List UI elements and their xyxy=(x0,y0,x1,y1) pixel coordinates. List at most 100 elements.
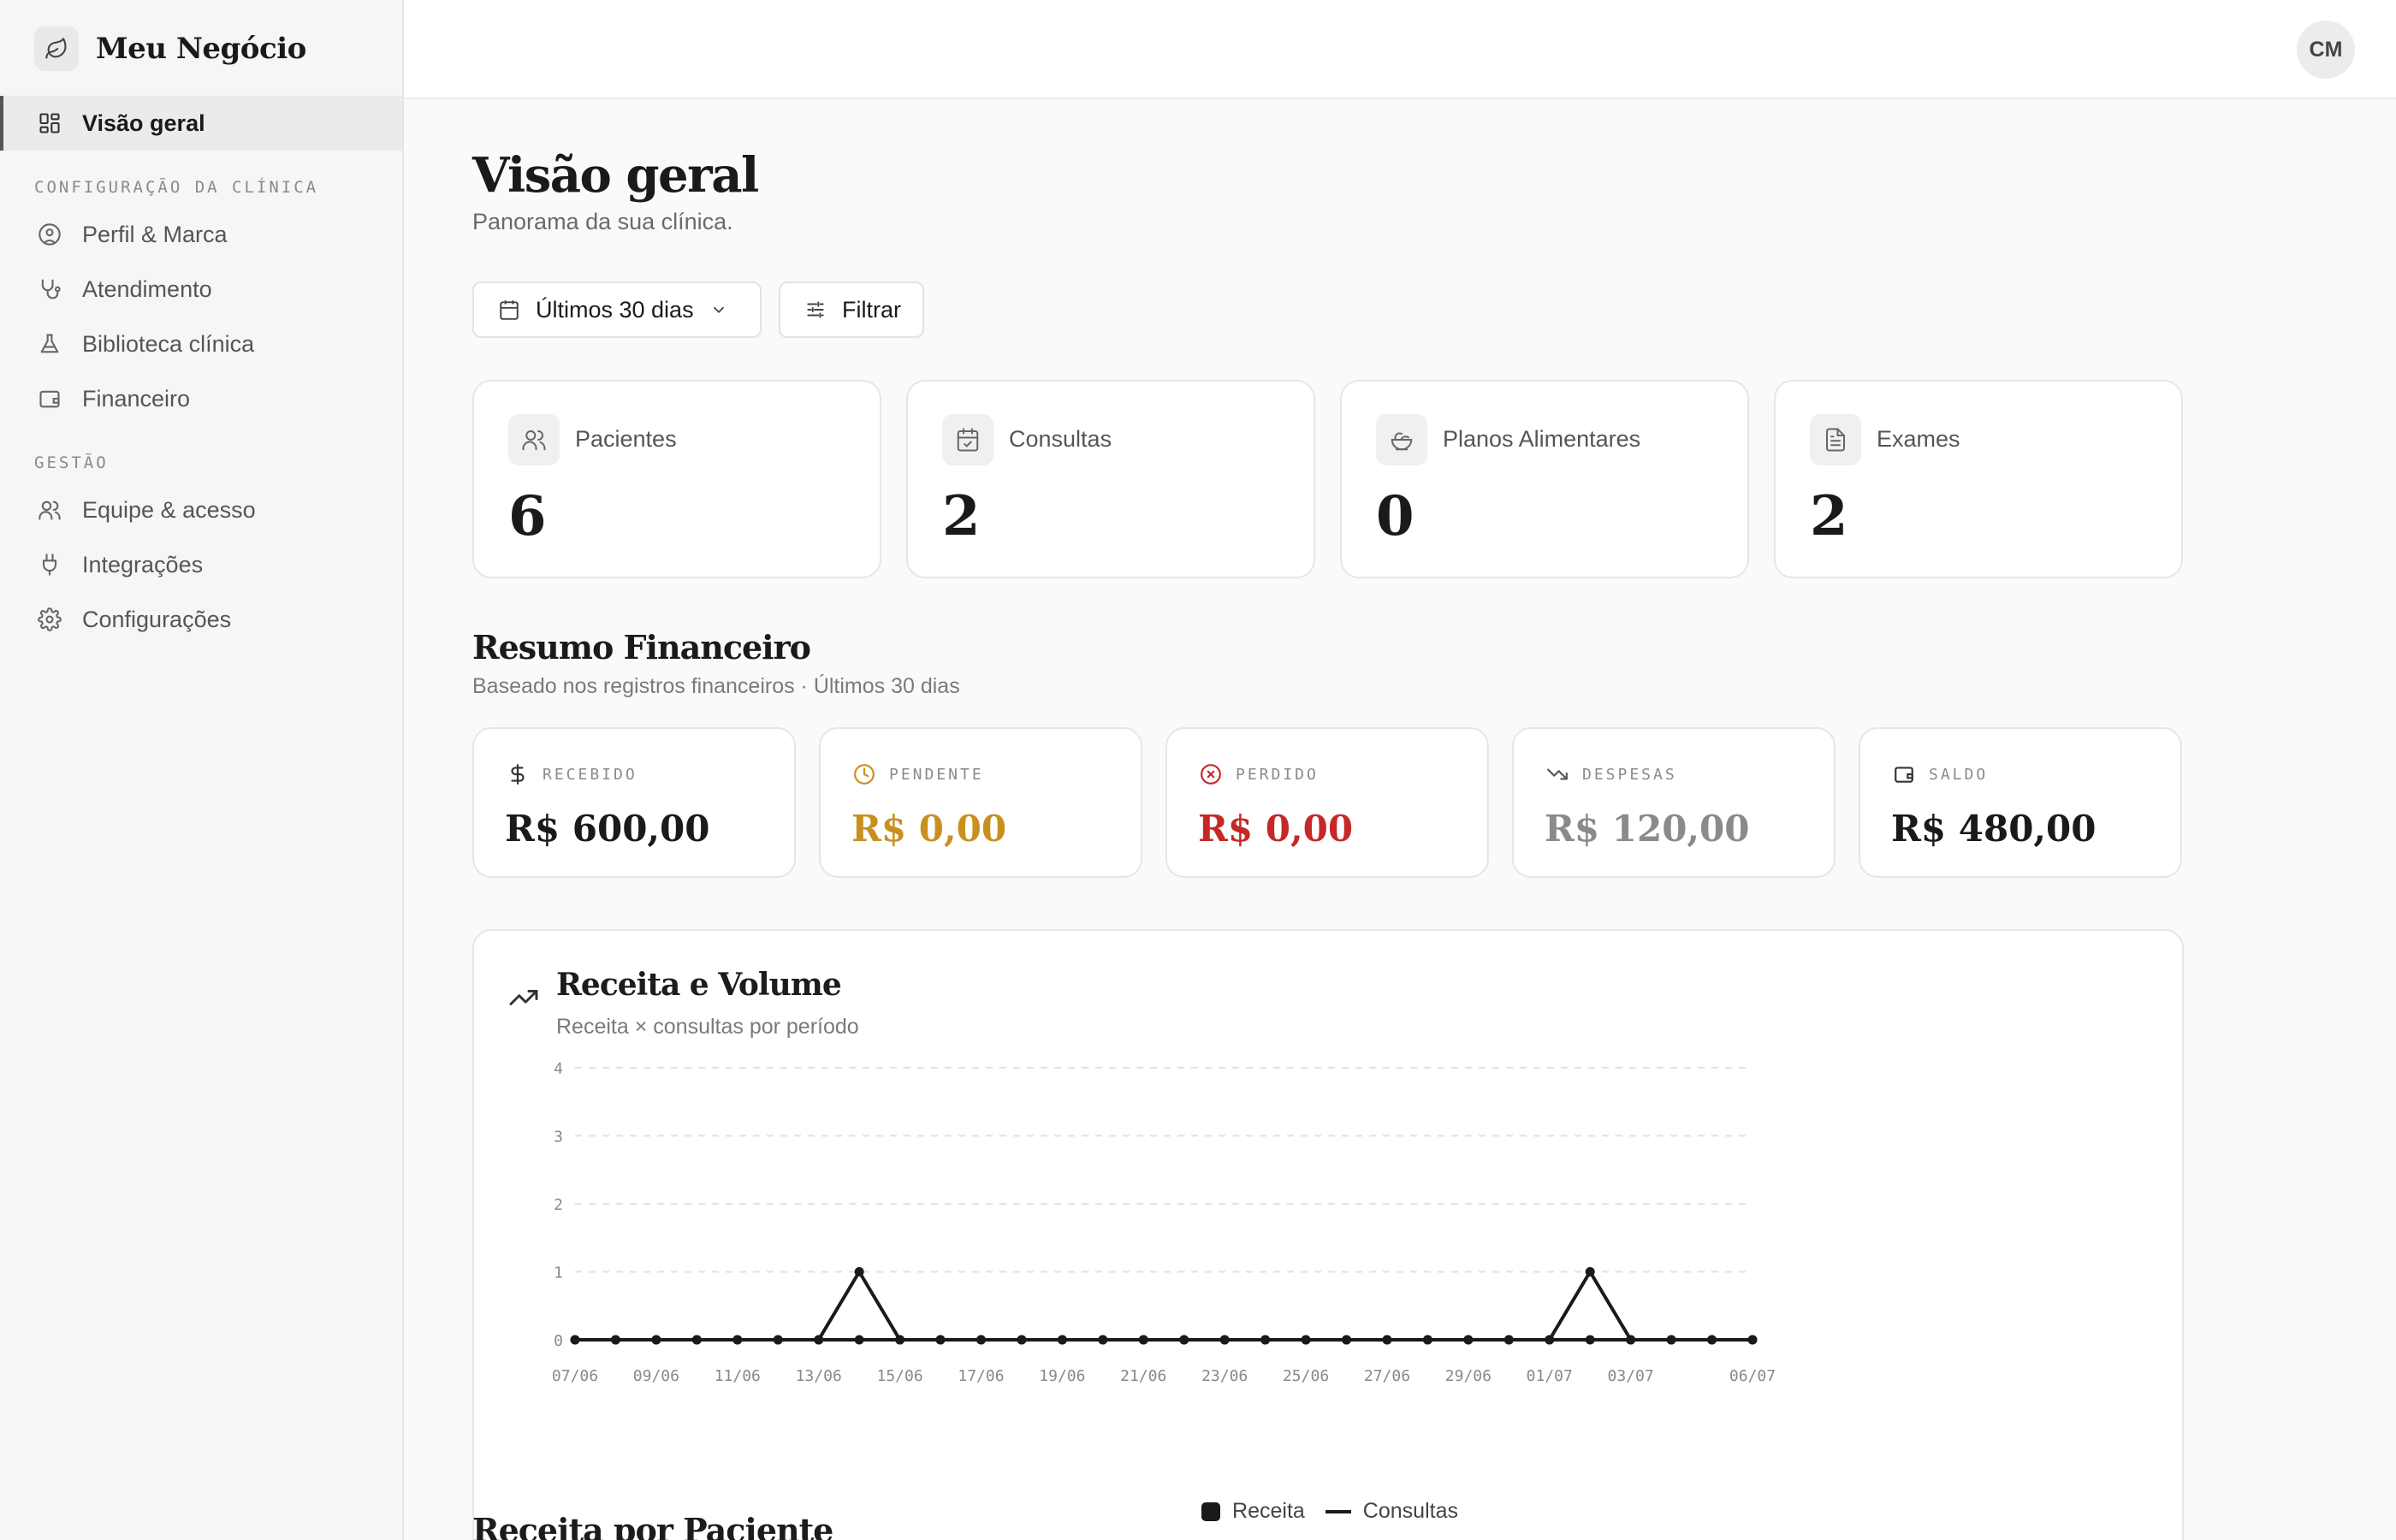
chevron-down-icon xyxy=(709,300,728,319)
nav-section-configuracao: CONFIGURAÇÃO DA CLÍNICA xyxy=(34,178,319,197)
sidebar-item-label: Visão geral xyxy=(82,110,205,136)
data-point-consultas xyxy=(1301,1335,1311,1345)
y-tick-label: 2 xyxy=(554,1196,563,1214)
sidebar-item-label: Equipe & acesso xyxy=(82,496,256,523)
wallet-icon xyxy=(1891,761,1917,787)
data-point-receita xyxy=(854,1335,864,1345)
flask-icon xyxy=(36,330,63,358)
leaf-icon xyxy=(34,27,79,71)
y-tick-label: 3 xyxy=(554,1128,563,1146)
sidebar-item-label: Integrações xyxy=(82,551,204,578)
finance-value: R$ 480,00 xyxy=(1891,808,2096,850)
data-point-consultas xyxy=(732,1335,743,1345)
finance-label-text: SALDO xyxy=(1929,765,1989,784)
finance-card-perdido[interactable]: PERDIDO R$ 0,00 xyxy=(1165,727,1489,878)
avatar[interactable]: CM xyxy=(2297,21,2355,79)
x-circle-icon xyxy=(1198,761,1224,787)
data-point-consultas xyxy=(1017,1335,1027,1345)
period-select-button[interactable]: Últimos 30 dias xyxy=(472,281,762,338)
stat-label: Pacientes xyxy=(575,426,677,452)
document-icon xyxy=(1810,414,1861,465)
x-tick-label: 17/06 xyxy=(958,1367,1004,1385)
finance-label: RECEBIDO xyxy=(505,761,638,787)
finance-card-despesas[interactable]: DESPESAS R$ 120,00 xyxy=(1512,727,1836,878)
page-subtitle: Panorama da sua clínica. xyxy=(472,209,733,234)
data-point-consultas xyxy=(1707,1335,1717,1345)
x-tick-label: 01/07 xyxy=(1527,1367,1573,1385)
sidebar-item-biblioteca-clinica[interactable]: Biblioteca clínica xyxy=(0,317,402,371)
finance-card-pendente[interactable]: PENDENTE R$ 0,00 xyxy=(819,727,1142,878)
legend-item-receita[interactable]: Receita xyxy=(1201,1499,1305,1524)
page-title: Visão geral xyxy=(472,147,759,204)
sidebar-item-equipe-acesso[interactable]: Equipe & acesso xyxy=(0,483,402,537)
data-point-consultas xyxy=(1382,1335,1392,1345)
stat-card-consultas[interactable]: Consultas 2 xyxy=(906,380,1315,578)
x-tick-label: 06/07 xyxy=(1729,1367,1776,1385)
sidebar-item-integracoes[interactable]: Integrações xyxy=(0,537,402,592)
finance-label-text: DESPESAS xyxy=(1582,765,1677,784)
brand[interactable]: Meu Negócio xyxy=(34,26,306,72)
data-point-consultas xyxy=(1422,1335,1432,1345)
data-point-consultas xyxy=(1057,1335,1067,1345)
revenue-per-patient-title: Receita por Paciente xyxy=(472,1511,833,1540)
finance-label-text: PENDENTE xyxy=(889,765,984,784)
data-point-consultas xyxy=(570,1335,580,1345)
stat-value: 6 xyxy=(508,484,547,548)
calendar-icon xyxy=(498,299,520,321)
finance-card-saldo[interactable]: SALDO R$ 480,00 xyxy=(1859,727,2182,878)
x-tick-label: 25/06 xyxy=(1283,1367,1329,1385)
x-tick-label: 21/06 xyxy=(1120,1367,1166,1385)
sidebar-item-label: Financeiro xyxy=(82,385,191,412)
brand-name: Meu Negócio xyxy=(96,32,306,66)
revenue-volume-chart-card: Receita e Volume Receita × consultas por… xyxy=(472,929,2184,1540)
finance-label: DESPESAS xyxy=(1545,761,1677,787)
filter-button[interactable]: Filtrar xyxy=(779,281,924,338)
stat-card-pacientes[interactable]: Pacientes 6 xyxy=(472,380,881,578)
trending-down-icon xyxy=(1545,761,1570,787)
x-tick-label: 03/07 xyxy=(1608,1367,1654,1385)
finance-value: R$ 0,00 xyxy=(1198,808,1354,850)
data-point-consultas xyxy=(1626,1335,1636,1345)
legend-swatch xyxy=(1201,1502,1221,1521)
data-point-consultas xyxy=(1545,1335,1555,1345)
sidebar-item-perfil-marca[interactable]: Perfil & Marca xyxy=(0,207,402,262)
stat-card-planos-alimentares[interactable]: Planos Alimentares 0 xyxy=(1340,380,1749,578)
sidebar-item-label: Perfil & Marca xyxy=(82,221,228,247)
salad-icon xyxy=(1376,414,1427,465)
gear-icon xyxy=(36,606,63,633)
stethoscope-icon xyxy=(36,275,63,303)
data-point-consultas xyxy=(1179,1335,1189,1345)
sidebar-item-configuracoes[interactable]: Configurações xyxy=(0,592,402,647)
data-point-consultas xyxy=(1666,1335,1676,1345)
x-tick-label: 07/06 xyxy=(552,1367,598,1385)
data-point-consultas xyxy=(610,1335,620,1345)
sidebar-item-atendimento[interactable]: Atendimento xyxy=(0,262,402,317)
user-circle-icon xyxy=(36,221,63,248)
data-point-consultas xyxy=(1747,1335,1758,1345)
grid-icon xyxy=(36,110,63,137)
legend-item-consultas[interactable]: Consultas xyxy=(1325,1499,1458,1524)
stat-card-exames[interactable]: Exames 2 xyxy=(1774,380,2183,578)
y-tick-label: 0 xyxy=(554,1332,563,1350)
sliders-icon xyxy=(804,299,827,321)
data-point-consultas xyxy=(773,1335,783,1345)
legend-label: Receita xyxy=(1232,1499,1305,1523)
x-tick-label: 23/06 xyxy=(1201,1367,1248,1385)
finance-value: R$ 120,00 xyxy=(1545,808,1750,850)
chart-plot: 0 1 2 3 4 07/06 09/06 11/06 13/06 15/06 17/06 19/06… xyxy=(552,1060,1776,1385)
sidebar-item-visao-geral[interactable]: Visão geral xyxy=(0,96,402,151)
data-point-consultas xyxy=(1503,1335,1514,1345)
finance-card-recebido[interactable]: RECEBIDO R$ 600,00 xyxy=(472,727,796,878)
stat-label: Exames xyxy=(1877,426,1960,452)
data-point-consultas xyxy=(651,1335,661,1345)
x-tick-label: 13/06 xyxy=(796,1367,842,1385)
data-point-consultas xyxy=(1342,1335,1352,1345)
topbar: CM xyxy=(404,0,2396,99)
plug-icon xyxy=(36,551,63,578)
finance-label-text: PERDIDO xyxy=(1236,765,1319,784)
sidebar-item-label: Atendimento xyxy=(82,275,212,302)
users-icon xyxy=(36,496,63,524)
data-point-consultas xyxy=(976,1335,986,1345)
filter-button-label: Filtrar xyxy=(842,296,901,323)
sidebar-item-financeiro[interactable]: Financeiro xyxy=(0,371,402,426)
